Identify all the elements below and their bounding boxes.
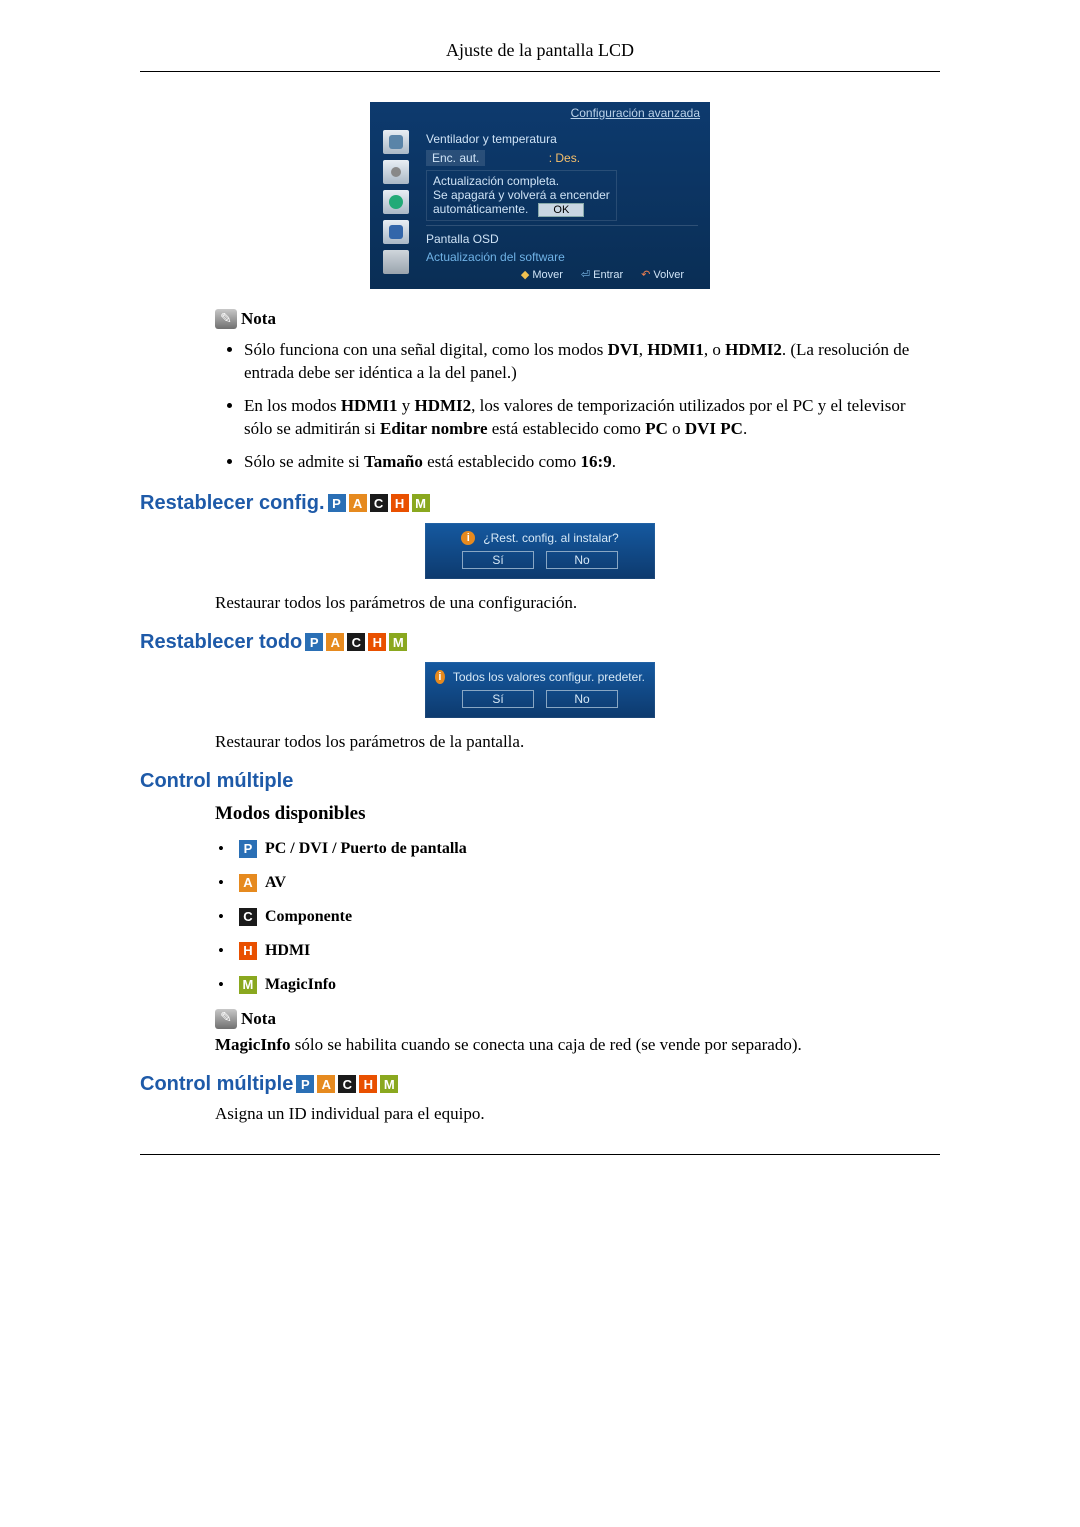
info-icon: i — [435, 670, 445, 684]
note-block-1: ✎ Nota — [215, 309, 940, 329]
list-item: Sólo funciona con una señal digital, com… — [244, 339, 930, 385]
chip-h-icon: H — [368, 633, 386, 651]
note-label: Nota — [241, 309, 276, 329]
page-header: Ajuste de la pantalla LCD — [140, 40, 940, 67]
mode-list: PPC / DVI / Puerto de pantalla AAV CComp… — [218, 839, 940, 995]
chip-p-icon: P — [296, 1075, 314, 1093]
osd-panel: Configuración avanzada Ventilador y temp… — [370, 102, 710, 289]
dialog-question: ¿Rest. config. al instalar? — [483, 531, 618, 545]
bottom-rule — [140, 1154, 940, 1155]
reset-config-dialog: i ¿Rest. config. al instalar? Sí No — [425, 523, 655, 579]
osd-icon-picture — [383, 130, 409, 154]
mode-item-pc: PPC / DVI / Puerto de pantalla — [218, 839, 940, 859]
osd-icon-sound — [383, 160, 409, 184]
chip-c-icon: C — [370, 494, 388, 512]
chip-a-icon: A — [326, 633, 344, 651]
osd-icon-setup — [383, 190, 409, 214]
heading-modes: Modos disponibles — [215, 803, 940, 825]
osd-title: Configuración avanzada — [370, 102, 710, 124]
chip-a-icon: A — [317, 1075, 335, 1093]
reset-all-dialog: i Todos los valores configur. predeter. … — [425, 662, 655, 718]
osd-item-osd[interactable]: Pantalla OSD — [426, 230, 698, 248]
note-2-text: MagicInfo sólo se habilita cuando se con… — [215, 1035, 940, 1055]
osd-nav: Mover Entrar Volver — [426, 266, 698, 283]
info-icon: i — [461, 531, 475, 545]
top-rule — [140, 71, 940, 72]
note-icon: ✎ — [215, 1009, 237, 1029]
note-block-2: ✎ Nota — [215, 1009, 940, 1029]
mode-item-hdmi: HHDMI — [218, 941, 940, 961]
chip-h-icon: H — [391, 494, 409, 512]
chip-m-icon: M — [412, 494, 430, 512]
dialog-yes-button[interactable]: Sí — [462, 690, 534, 708]
chip-c-icon: C — [347, 633, 365, 651]
osd-icon-column — [370, 124, 422, 283]
heading-control-multiple: Control múltiple — [140, 770, 940, 793]
control-multiple-desc: Asigna un ID individual para el equipo. — [215, 1104, 940, 1124]
chip-p-icon: P — [305, 633, 323, 651]
mode-item-component: CComponente — [218, 907, 940, 927]
chip-c-icon: C — [338, 1075, 356, 1093]
list-item: Sólo se admite si Tamaño está establecid… — [244, 451, 930, 474]
chip-c-icon: C — [239, 908, 257, 926]
osd-ok-button[interactable]: OK — [538, 203, 584, 217]
osd-item-fan[interactable]: Ventilador y temperatura — [426, 130, 698, 148]
chip-h-icon: H — [359, 1075, 377, 1093]
osd-item-auto-on[interactable]: Enc. aut. : Des. — [426, 148, 698, 168]
osd-menu: Ventilador y temperatura Enc. aut. : Des… — [422, 124, 710, 283]
osd-popup: Actualización completa. Se apagará y vol… — [426, 170, 617, 221]
heading-control-multiple-2: Control múltiple P A C H M — [140, 1073, 940, 1096]
dialog-question: Todos los valores configur. predeter. — [453, 670, 645, 684]
list-item: En los modos HDMI1 y HDMI2, los valores … — [244, 395, 930, 441]
chip-a-icon: A — [349, 494, 367, 512]
chip-p-icon: P — [328, 494, 346, 512]
mode-item-magicinfo: MMagicInfo — [218, 975, 940, 995]
chip-m-icon: M — [389, 633, 407, 651]
osd-icon-info — [383, 250, 409, 274]
note-icon: ✎ — [215, 309, 237, 329]
heading-reset-config: Restablecer config. P A C H M — [140, 492, 940, 515]
chip-p-icon: P — [239, 840, 257, 858]
dialog-no-button[interactable]: No — [546, 690, 618, 708]
chip-m-icon: M — [380, 1075, 398, 1093]
chip-m-icon: M — [239, 976, 257, 994]
note-list-1: Sólo funciona con una señal digital, com… — [218, 339, 940, 474]
chip-h-icon: H — [239, 942, 257, 960]
reset-all-desc: Restaurar todos los parámetros de la pan… — [215, 732, 940, 752]
dialog-no-button[interactable]: No — [546, 551, 618, 569]
heading-reset-all: Restablecer todo P A C H M — [140, 631, 940, 654]
osd-item-swupdate[interactable]: Actualización del software — [426, 248, 698, 266]
reset-config-desc: Restaurar todos los parámetros de una co… — [215, 593, 940, 613]
osd-icon-multi — [383, 220, 409, 244]
note-label: Nota — [241, 1009, 276, 1029]
dialog-yes-button[interactable]: Sí — [462, 551, 534, 569]
mode-item-av: AAV — [218, 873, 940, 893]
chip-a-icon: A — [239, 874, 257, 892]
